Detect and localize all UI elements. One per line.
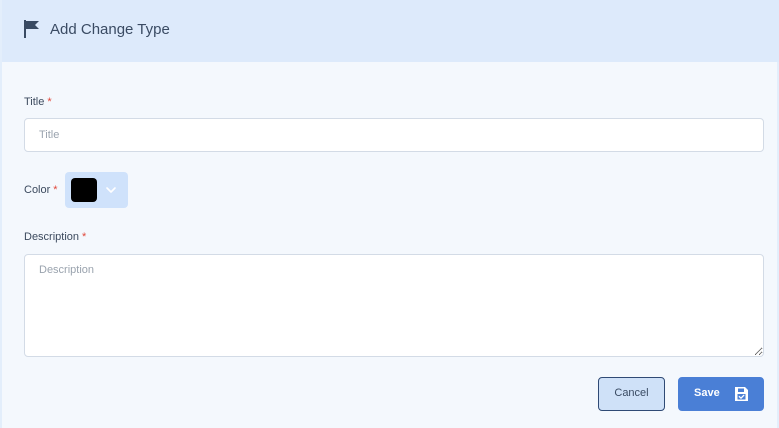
chevron-down-icon[interactable]: [105, 184, 117, 196]
floppy-disk-icon: [735, 387, 748, 401]
required-marker: *: [82, 231, 87, 243]
required-marker: *: [53, 184, 58, 196]
color-swatch[interactable]: [71, 178, 97, 202]
title-input[interactable]: [24, 118, 764, 152]
description-label: Description *: [24, 230, 86, 244]
save-button[interactable]: Save: [678, 377, 764, 411]
title-label: Title *: [24, 95, 52, 109]
description-label-text: Description: [24, 231, 80, 243]
save-button-label: Save: [694, 387, 720, 399]
description-textarea[interactable]: [24, 254, 764, 357]
cancel-button[interactable]: Cancel: [598, 377, 665, 411]
title-label-text: Title: [24, 96, 45, 108]
color-label-text: Color: [24, 184, 51, 196]
flag-icon: [24, 20, 39, 38]
modal-dialog: Add Change Type Title* Color* Descriptio…: [0, 0, 779, 428]
required-marker: *: [47, 96, 52, 108]
color-picker[interactable]: [65, 172, 128, 208]
color-label: Color *: [24, 183, 58, 197]
dialog-header: Add Change Type: [2, 0, 779, 62]
dialog-title: Add Change Type: [50, 21, 170, 38]
cancel-button-label: Cancel: [614, 387, 649, 399]
